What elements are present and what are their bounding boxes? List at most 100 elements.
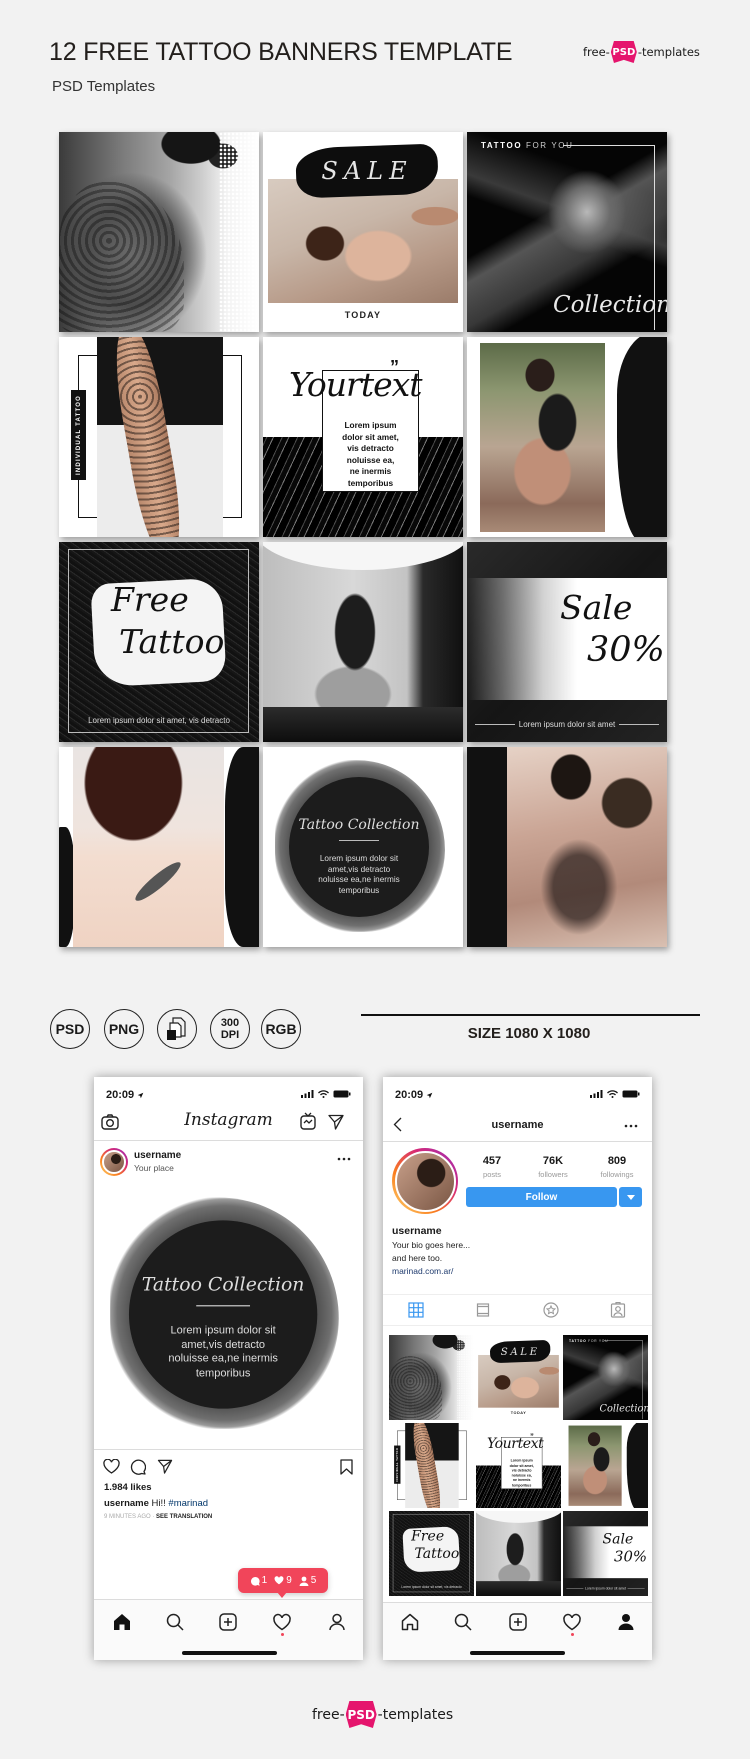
banner-headline: SALE [500,1345,540,1358]
banner-tile[interactable]: Yourtext ” Lorem ipsum dolor sit amet, v… [263,337,463,537]
brand-logo[interactable]: free- PSD -templates [583,41,700,63]
grid-view-tab-icon[interactable] [408,1302,424,1318]
profile-grid-cell[interactable]: Free Tattoo Lorem ipsum dolor sit amet, … [389,1511,474,1596]
likes-count[interactable]: 1.984 likes [104,1482,152,1493]
brush-stroke [626,1423,648,1508]
caption-hashtag[interactable]: #marinad [168,1498,208,1509]
format-line: DPI [220,1029,240,1041]
profile-grid-post-art: SALE TODAY [476,1335,561,1420]
tag-bold: TATTOO [481,141,523,150]
more-options-icon[interactable] [624,1124,638,1128]
add-post-icon[interactable] [218,1612,238,1632]
profile-avatar[interactable] [392,1148,458,1214]
body-line: noluisse ea, [346,454,395,465]
see-translation-link[interactable]: SEE TRANSLATION [156,1514,212,1520]
profile-grid-cell[interactable] [389,1335,474,1420]
banner-script: Yourtext [487,1434,544,1452]
more-options-icon[interactable] [337,1157,351,1161]
banner-tile[interactable]: Free Tattoo Lorem ipsum dolor sit amet, … [59,542,259,742]
profile-icon[interactable] [616,1612,636,1632]
activity-heart-icon[interactable] [272,1612,292,1632]
comment-icon[interactable] [130,1459,146,1475]
vertical-label: INDIVIDUAL TATTOO [394,1445,401,1484]
banner-tile[interactable] [59,747,259,947]
stat-followers[interactable]: 76K followers [523,1155,583,1179]
quote-mark: ” [390,357,399,377]
like-icon[interactable] [103,1459,120,1474]
banner-tile[interactable] [263,542,463,742]
banner-script-line: Sale [560,588,633,627]
follow-dropdown-button[interactable] [619,1187,642,1207]
body-line: noluisse ea,ne inermis [318,875,400,884]
banner-tile[interactable]: SALE TODAY [263,132,463,332]
tattoo-photo-detail [389,1355,443,1420]
banner-photo [73,747,224,947]
activity-heart-icon[interactable] [562,1612,582,1632]
bookmark-icon[interactable] [340,1459,353,1475]
profile-grid-post-art [476,1511,561,1596]
add-post-icon[interactable] [508,1612,528,1632]
activity-notification-badge[interactable]: 1 9 5 [238,1568,328,1593]
banner-tile[interactable]: Tattoo Collection Lorem ipsum dolor sit … [263,747,463,947]
banner-tile[interactable] [59,132,259,332]
igtv-icon[interactable] [300,1112,316,1130]
banner-tile[interactable]: INDIVIDUAL TATTOO [59,337,259,537]
heart-icon [274,1576,284,1585]
battery-icon [622,1090,640,1098]
status-bar-time: 20:09 [106,1089,144,1101]
post-author-avatar[interactable] [100,1148,128,1176]
banner-script: Yourtext [289,365,422,404]
logo-badge: PSD [345,1701,377,1728]
home-indicator[interactable] [182,1651,277,1655]
banner-script: Tattoo Collection [141,1274,305,1296]
profile-grid-cell[interactable]: Sale 30% Lorem ipsum dolor sit amet [563,1511,648,1596]
profile-grid-cell[interactable]: INDIVIDUAL TATTOO [389,1423,474,1508]
banner-tile[interactable] [467,747,667,947]
saved-tab-icon[interactable] [543,1302,559,1318]
format-label: PNG [108,1021,140,1037]
body-line: temporibus [512,1482,532,1487]
feed-post-image[interactable]: Tattoo Collection Lorem ipsum dolor sit … [94,1180,363,1449]
caption-username[interactable]: username [104,1498,149,1509]
home-icon[interactable] [400,1612,420,1632]
share-icon[interactable] [157,1459,173,1474]
phone-profile-mockup: 20:09 username 457 posts 76K followers 809… [383,1077,652,1660]
search-icon[interactable] [165,1612,185,1632]
profile-header-username: username [491,1119,544,1131]
search-icon[interactable] [453,1612,473,1632]
post-username[interactable]: username [134,1150,181,1161]
tabs-divider [383,1294,652,1295]
banner-caption: Lorem ipsum dolor sit amet [566,1587,644,1591]
direct-message-icon[interactable] [328,1114,344,1130]
tagged-tab-icon[interactable] [610,1302,626,1318]
notif-likes-count: 9 [286,1575,292,1586]
post-divider [94,1449,363,1450]
signal-icon [590,1090,603,1098]
stat-posts[interactable]: 457 posts [462,1155,522,1179]
profile-grid-cell[interactable]: TATTOO FOR YOU Collection [563,1335,648,1420]
profile-grid-cell[interactable] [563,1423,648,1508]
profile-grid-cell[interactable] [476,1511,561,1596]
notif-comments: 1 [250,1575,267,1586]
home-icon[interactable] [112,1612,132,1632]
profile-grid-cell[interactable]: Yourtext ” Lorem ipsum dolor sit amet, v… [476,1423,561,1508]
logo-prefix: free- [583,45,610,59]
banner-photo [568,1425,622,1506]
vertical-label: INDIVIDUAL TATTOO [71,390,86,480]
post-location[interactable]: Your place [134,1163,174,1173]
profile-icon[interactable] [327,1612,347,1632]
follow-button[interactable]: Follow [466,1187,617,1207]
banner-tile[interactable]: TATTOO FOR YOU Collection [467,132,667,332]
banner-tile[interactable]: Sale 30% Lorem ipsum dolor sit amet [467,542,667,742]
stat-followings[interactable]: 809 followings [587,1155,647,1179]
footer-brand-logo[interactable]: free- PSD -templates [312,1701,453,1728]
igtv-tab-icon[interactable] [475,1302,491,1318]
body-line: Lorem ipsum [344,420,397,430]
profile-website-link[interactable]: marinad.com.ar/ [392,1266,453,1276]
caption-text: Hi!! [148,1498,169,1509]
profile-grid-cell[interactable]: SALE TODAY [476,1335,561,1420]
caret-down-icon [626,1194,635,1200]
home-indicator[interactable] [470,1651,565,1655]
banner-script-line: Tattoo [414,1545,460,1562]
banner-tile[interactable] [467,337,667,537]
